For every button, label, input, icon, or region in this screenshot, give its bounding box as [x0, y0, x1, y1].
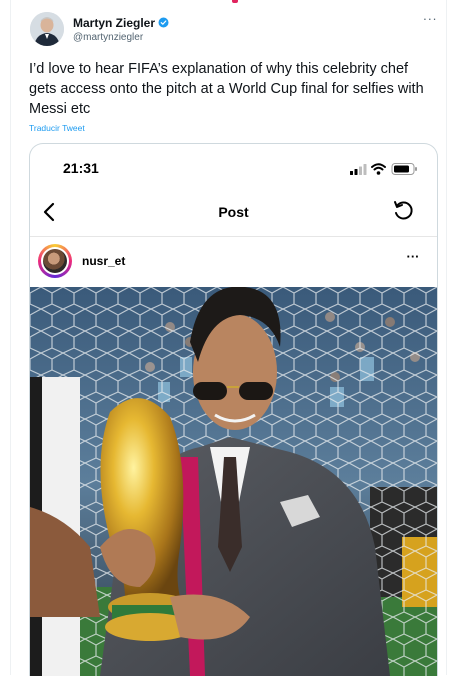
author-name-text[interactable]: Martyn Ziegler [73, 16, 155, 30]
post-photo[interactable] [30, 287, 437, 676]
more-icon[interactable]: ··· [421, 12, 439, 28]
author-avatar[interactable] [30, 12, 64, 46]
post-more-icon[interactable]: ··· [402, 250, 424, 266]
top-indicator [232, 0, 238, 3]
wifi-icon [371, 163, 386, 175]
status-time: 21:31 [63, 160, 99, 176]
nav-divider [30, 236, 437, 237]
verified-badge-icon [158, 17, 169, 28]
post-avatar-image [43, 249, 67, 273]
embedded-screenshot[interactable]: 21:31 Post nusr_et ··· [29, 143, 438, 676]
tweet-card[interactable]: Martyn Ziegler @martynziegler ··· I’d lo… [0, 0, 464, 676]
author-handle[interactable]: @martynziegler [73, 32, 143, 43]
timeline-border-left [10, 0, 11, 675]
post-avatar[interactable] [38, 244, 72, 278]
post-avatar-ring [41, 247, 69, 275]
refresh-icon[interactable] [392, 200, 414, 222]
timeline-border-right [446, 0, 447, 675]
status-icons [350, 163, 417, 175]
tweet-text: I’d love to hear FIFA’s explanation of w… [29, 61, 424, 117]
translate-link[interactable]: Traducir Tweet [29, 123, 85, 133]
battery-icon [391, 163, 417, 175]
nav-title: Post [218, 204, 249, 220]
author-name[interactable]: Martyn Ziegler [73, 16, 169, 30]
signal-icon [350, 164, 367, 175]
post-photo-image [30, 287, 437, 676]
post-username[interactable]: nusr_et [82, 254, 125, 268]
author-avatar-image [30, 12, 64, 46]
